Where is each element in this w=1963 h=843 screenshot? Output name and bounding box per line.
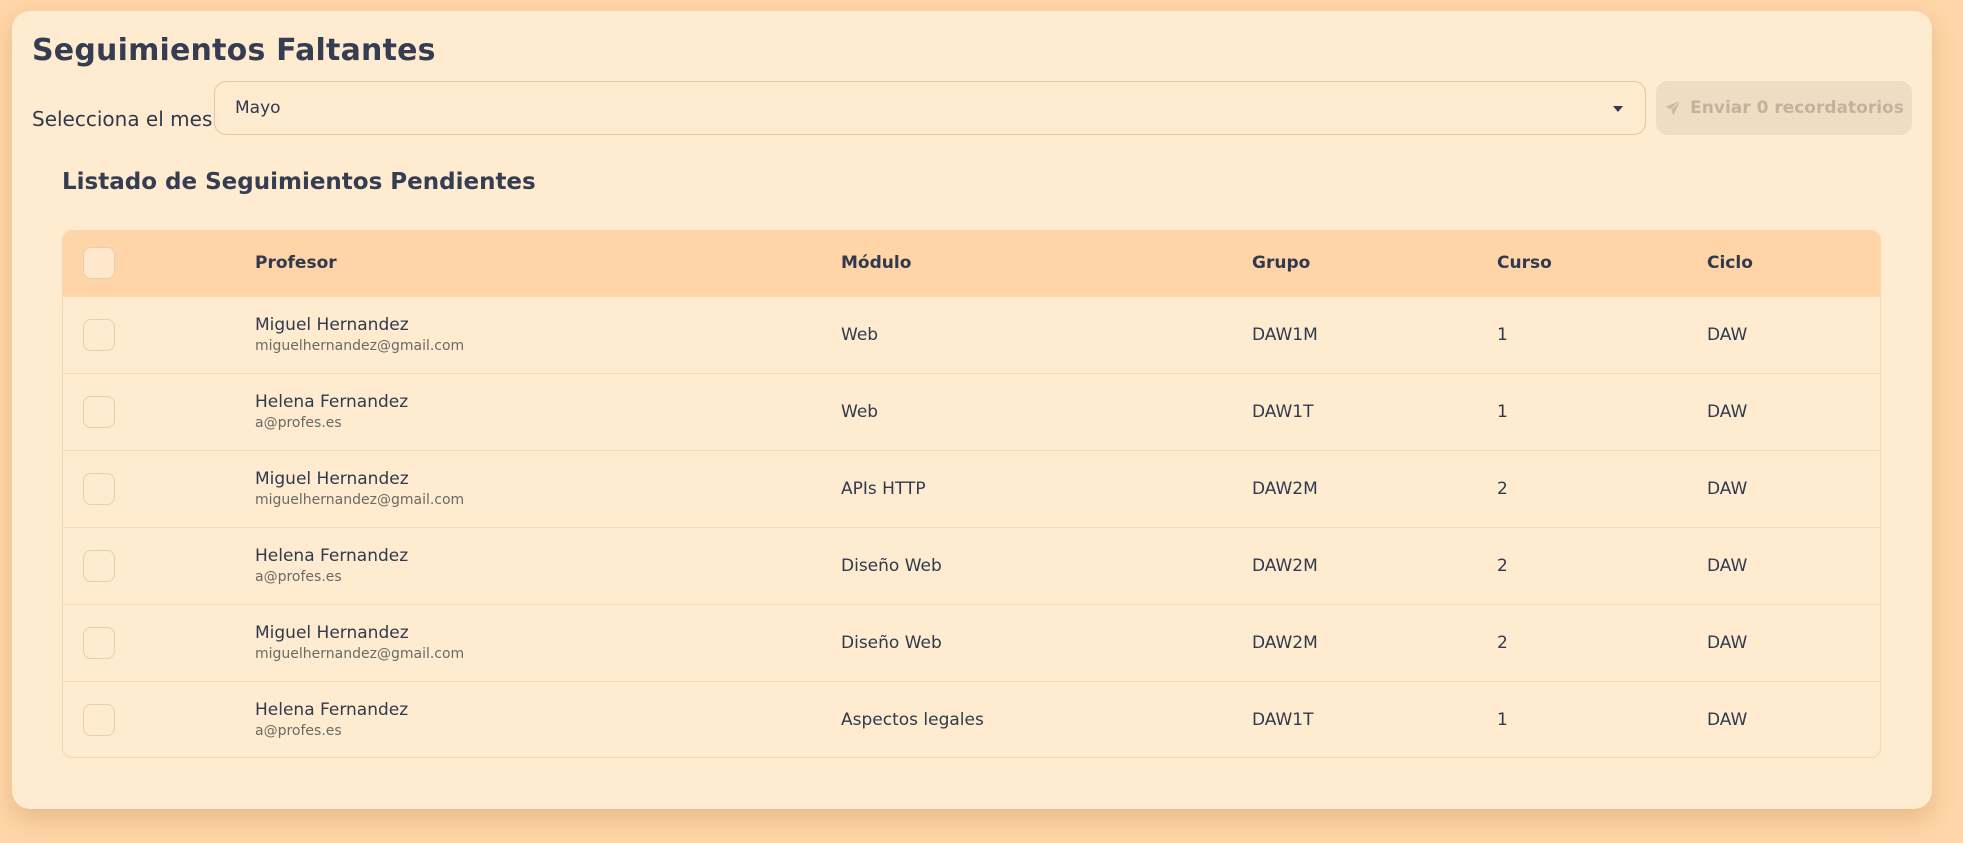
- column-header-curso: Curso: [1497, 253, 1552, 274]
- month-select[interactable]: Mayo: [214, 81, 1646, 135]
- select-all-checkbox[interactable]: [83, 247, 115, 280]
- table-row: Helena Fernandez a@profes.es Web DAW1T 1 …: [63, 373, 1880, 450]
- page-title: Seguimientos Faltantes: [32, 33, 436, 68]
- ciclo-cell: DAW: [1707, 324, 1748, 345]
- ciclo-cell: DAW: [1707, 632, 1748, 653]
- curso-cell: 1: [1497, 709, 1508, 730]
- profesor-email: miguelhernandez@gmail.com: [255, 645, 465, 662]
- ciclo-cell: DAW: [1707, 401, 1748, 422]
- profesor-name: Miguel Hernandez: [255, 314, 409, 335]
- grupo-cell: DAW1M: [1252, 324, 1318, 345]
- curso-cell: 2: [1497, 632, 1508, 653]
- curso-cell: 1: [1497, 401, 1508, 422]
- month-select-value: Mayo: [235, 98, 281, 118]
- ciclo-cell: DAW: [1707, 478, 1748, 499]
- paper-plane-icon: [1665, 100, 1682, 116]
- profesor-name: Miguel Hernandez: [255, 622, 409, 643]
- column-header-grupo: Grupo: [1252, 253, 1311, 274]
- table-row: Miguel Hernandez miguelhernandez@gmail.co…: [63, 450, 1880, 527]
- row-checkbox[interactable]: [83, 318, 115, 351]
- list-title: Listado de Seguimientos Pendientes: [62, 169, 536, 195]
- followups-table: Profesor Módulo Grupo Curso Ciclo Miguel…: [62, 230, 1881, 758]
- modulo-cell: Web: [841, 401, 879, 422]
- profesor-name: Miguel Hernandez: [255, 468, 409, 489]
- row-checkbox[interactable]: [83, 472, 115, 505]
- chevron-down-icon: [1613, 106, 1623, 112]
- grupo-cell: DAW1T: [1252, 401, 1314, 422]
- profesor-name: Helena Fernandez: [255, 699, 409, 720]
- send-reminders-label: Enviar 0 recordatorios: [1690, 98, 1904, 118]
- curso-cell: 2: [1497, 555, 1508, 576]
- table-header-row: Profesor Módulo Grupo Curso Ciclo: [63, 231, 1880, 296]
- month-select-label: Selecciona el mes:: [32, 107, 220, 131]
- send-reminders-button[interactable]: Enviar 0 recordatorios: [1656, 81, 1912, 135]
- grupo-cell: DAW1T: [1252, 709, 1314, 730]
- profesor-name: Helena Fernandez: [255, 391, 409, 412]
- row-checkbox[interactable]: [83, 395, 115, 428]
- modulo-cell: APIs HTTP: [841, 478, 926, 499]
- row-checkbox[interactable]: [83, 703, 115, 736]
- grupo-cell: DAW2M: [1252, 632, 1318, 653]
- column-header-profesor: Profesor: [255, 253, 337, 274]
- ciclo-cell: DAW: [1707, 555, 1748, 576]
- profesor-name: Helena Fernandez: [255, 545, 409, 566]
- grupo-cell: DAW2M: [1252, 555, 1318, 576]
- modulo-cell: Aspectos legales: [841, 709, 984, 730]
- column-header-ciclo: Ciclo: [1707, 253, 1753, 274]
- profesor-email: a@profes.es: [255, 722, 342, 739]
- row-checkbox[interactable]: [83, 626, 115, 659]
- curso-cell: 2: [1497, 478, 1508, 499]
- profesor-email: miguelhernandez@gmail.com: [255, 337, 465, 354]
- table-row: Helena Fernandez a@profes.es Aspectos leg…: [63, 681, 1880, 757]
- curso-cell: 1: [1497, 324, 1508, 345]
- missing-followups-card: Seguimientos Faltantes Selecciona el mes…: [12, 11, 1932, 809]
- table-row: Helena Fernandez a@profes.es Diseño Web D…: [63, 527, 1880, 604]
- profesor-email: a@profes.es: [255, 568, 342, 585]
- column-header-modulo: Módulo: [841, 253, 912, 274]
- profesor-email: a@profes.es: [255, 414, 342, 431]
- modulo-cell: Diseño Web: [841, 632, 942, 653]
- ciclo-cell: DAW: [1707, 709, 1748, 730]
- table-row: Miguel Hernandez miguelhernandez@gmail.co…: [63, 604, 1880, 681]
- row-checkbox[interactable]: [83, 549, 115, 582]
- profesor-email: miguelhernandez@gmail.com: [255, 491, 465, 508]
- table-row: Miguel Hernandez miguelhernandez@gmail.co…: [63, 296, 1880, 373]
- modulo-cell: Diseño Web: [841, 555, 942, 576]
- modulo-cell: Web: [841, 324, 879, 345]
- grupo-cell: DAW2M: [1252, 478, 1318, 499]
